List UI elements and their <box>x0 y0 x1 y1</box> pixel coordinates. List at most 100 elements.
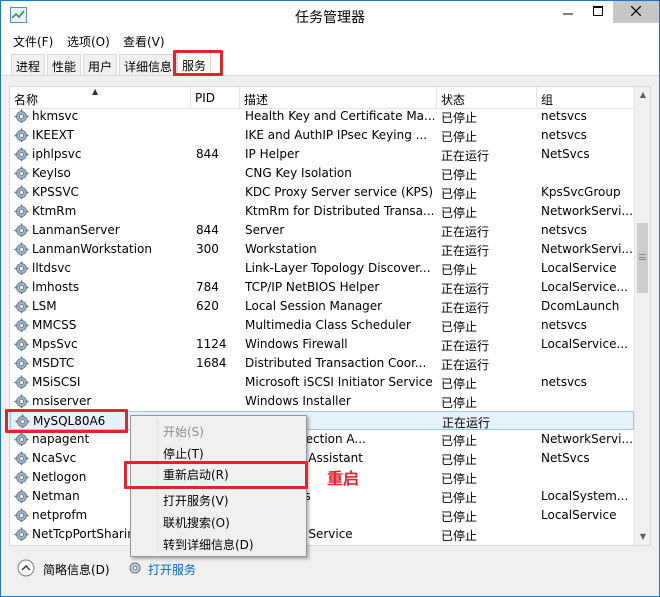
column-pid[interactable]: PID <box>191 87 240 109</box>
service-name: lltdsvc <box>12 261 188 275</box>
table-row[interactable]: LSM 620 Local Session Manager 正在运行 DcomLaunc… <box>10 297 634 316</box>
vertical-scrollbar[interactable]: ▲ ▼ <box>634 87 650 545</box>
close-button[interactable] <box>613 1 659 23</box>
menu-options[interactable]: 选项(O) <box>67 33 110 50</box>
table-row[interactable]: MMCSS Multimedia Class Scheduler 已停止 netsvc… <box>10 316 634 335</box>
service-pid: 620 <box>196 299 219 313</box>
table-row[interactable]: MSDTC 1684 Distributed Transaction Coor...… <box>10 354 634 373</box>
service-status: 已停止 <box>441 453 478 467</box>
service-description: IP Helper <box>245 147 300 161</box>
table-row[interactable]: KPSSVC KDC Proxy Server service (KPS) 已停止 K… <box>10 183 634 202</box>
scrollbar-thumb[interactable] <box>637 223 648 293</box>
fewer-details-button[interactable]: 简略信息(D) <box>43 561 110 578</box>
tab-details[interactable]: 详细信息 <box>119 54 178 75</box>
column-group[interactable]: 组 <box>537 87 634 109</box>
column-name-label: 名称 <box>14 93 39 107</box>
table-row[interactable]: KeyIso CNG Key Isolation 已停止 <box>10 164 634 183</box>
service-name-label: msiserver <box>32 394 92 408</box>
table-row[interactable]: Netlogon 已停止 <box>10 468 634 487</box>
service-name-label: Netman <box>32 489 80 503</box>
tab-performance[interactable]: 性能 <box>47 54 82 75</box>
service-status: 已停止 <box>441 434 478 448</box>
bottom-bar: 简略信息(D) 打开服务 <box>1 553 659 596</box>
service-group: NetSvcs <box>541 147 590 161</box>
service-gear-icon <box>14 166 29 180</box>
service-status: 已停止 <box>441 472 478 486</box>
service-name: hkmsvc <box>12 109 188 123</box>
tab-processes[interactable]: 进程 <box>11 54 46 75</box>
sort-ascending-icon: ▲ <box>92 87 99 96</box>
column-name[interactable]: 名称 ▲ <box>10 87 191 109</box>
service-status: 正在运行 <box>441 225 490 239</box>
restart-annotation: 重启 <box>327 469 360 488</box>
service-description: Server <box>245 223 285 237</box>
minimize-button[interactable] <box>553 1 583 23</box>
service-gear-icon <box>14 280 29 294</box>
service-name-label: MSDTC <box>32 356 75 370</box>
service-group: LocalService... <box>541 280 628 294</box>
menu-item-start[interactable]: 开始(S) <box>163 423 204 440</box>
menu-view[interactable]: 查看(V) <box>123 33 165 50</box>
service-group: KpsSvcGroup <box>541 185 621 199</box>
tab-users[interactable]: 用户 <box>83 54 118 75</box>
column-status[interactable]: 状态 <box>437 87 537 109</box>
service-status: 已停止 <box>441 529 478 543</box>
menu-item-go-to-details[interactable]: 转到详细信息(D) <box>163 536 254 553</box>
service-group: LocalService... <box>541 337 628 351</box>
service-description: KDC Proxy Server service (KPS) <box>245 185 434 199</box>
service-group: LocalSystem... <box>541 489 629 503</box>
service-gear-icon <box>14 508 29 522</box>
grip-icon <box>639 254 646 260</box>
maximize-button[interactable] <box>583 1 613 23</box>
service-group: NetworkServi... <box>541 242 633 256</box>
service-name: msiserver <box>12 394 188 408</box>
scroll-down-icon[interactable]: ▼ <box>635 529 651 545</box>
menu-item-stop[interactable]: 停止(T) <box>163 445 204 462</box>
service-description: Local Session Manager <box>245 299 383 313</box>
table-row[interactable]: LanmanServer 844 Server 正在运行 netsvcs <box>10 221 634 240</box>
table-row[interactable]: IKEEXT IKE and AuthIP IPsec Keying ... 已停止… <box>10 126 634 145</box>
service-pid: 1124 <box>196 337 227 351</box>
service-gear-icon <box>14 394 29 408</box>
menu-item-open-services[interactable]: 打开服务(V) <box>163 492 229 509</box>
service-description: Microsoft iSCSI Initiator Service <box>245 375 433 389</box>
table-row[interactable]: hkmsvc Health Key and Certificate Ma... 已停… <box>10 109 634 126</box>
service-pid: 844 <box>196 147 219 161</box>
column-description[interactable]: 描述 <box>240 87 437 109</box>
service-group: NetworkServi... <box>541 432 633 446</box>
table-row[interactable]: NetTcpPortSharingrt Sharing Service已停止 <box>10 525 634 544</box>
service-name: KPSSVC <box>12 185 188 199</box>
service-name: MMCSS <box>12 318 188 332</box>
service-group: LocalService <box>541 261 617 275</box>
service-gear-icon <box>14 109 29 123</box>
service-status: 已停止 <box>441 206 478 220</box>
service-description: Distributed Transaction Coor... <box>245 356 427 370</box>
table-row[interactable]: lmhosts 784 TCP/IP NetBIOS Helper 正在运行 Local… <box>10 278 634 297</box>
table-row[interactable]: KtmRm KtmRm for Distributed Transa... 已停止 N… <box>10 202 634 221</box>
table-row[interactable]: lltdsvc Link-Layer Topology Discover... 已停… <box>10 259 634 278</box>
service-gear-icon <box>14 375 29 389</box>
service-gear-icon <box>14 261 29 275</box>
menu-item-search-online[interactable]: 联机搜索(O) <box>163 514 230 531</box>
service-pid: 1684 <box>196 356 227 370</box>
table-row[interactable]: NcaSvcnnectivity Assistant已停止NetSvcs <box>10 449 634 468</box>
table-row[interactable]: LanmanWorkstation 300 Workstation 正在运行 Netwo… <box>10 240 634 259</box>
scroll-up-icon[interactable]: ▲ <box>635 87 651 103</box>
table-row[interactable]: netprofmst Service已停止LocalService <box>10 506 634 525</box>
table-row[interactable]: MSiSCSI Microsoft iSCSI Initiator Service… <box>10 373 634 392</box>
open-services-link[interactable]: 打开服务 <box>148 561 196 578</box>
service-gear-icon <box>14 451 29 465</box>
service-gear-icon <box>14 527 29 541</box>
service-name-label: LanmanServer <box>32 223 120 237</box>
service-group: netsvcs <box>541 318 587 332</box>
service-name-label: napagent <box>32 432 90 446</box>
menu-file[interactable]: 文件(F) <box>13 33 53 50</box>
collapse-chevron-icon[interactable] <box>17 559 35 577</box>
service-name: lmhosts <box>12 280 188 294</box>
service-description: TCP/IP NetBIOS Helper <box>245 280 380 294</box>
table-row[interactable]: MpsSvc 1124 Windows Firewall 正在运行 LocalServi… <box>10 335 634 354</box>
table-row[interactable]: iphlpsvc 844 IP Helper 正在运行 NetSvcs <box>10 145 634 164</box>
service-name-label: NetTcpPortSharing <box>32 527 143 541</box>
table-row[interactable]: Netmanonnections已停止LocalSystem... <box>10 487 634 506</box>
service-pid: 300 <box>196 242 219 256</box>
